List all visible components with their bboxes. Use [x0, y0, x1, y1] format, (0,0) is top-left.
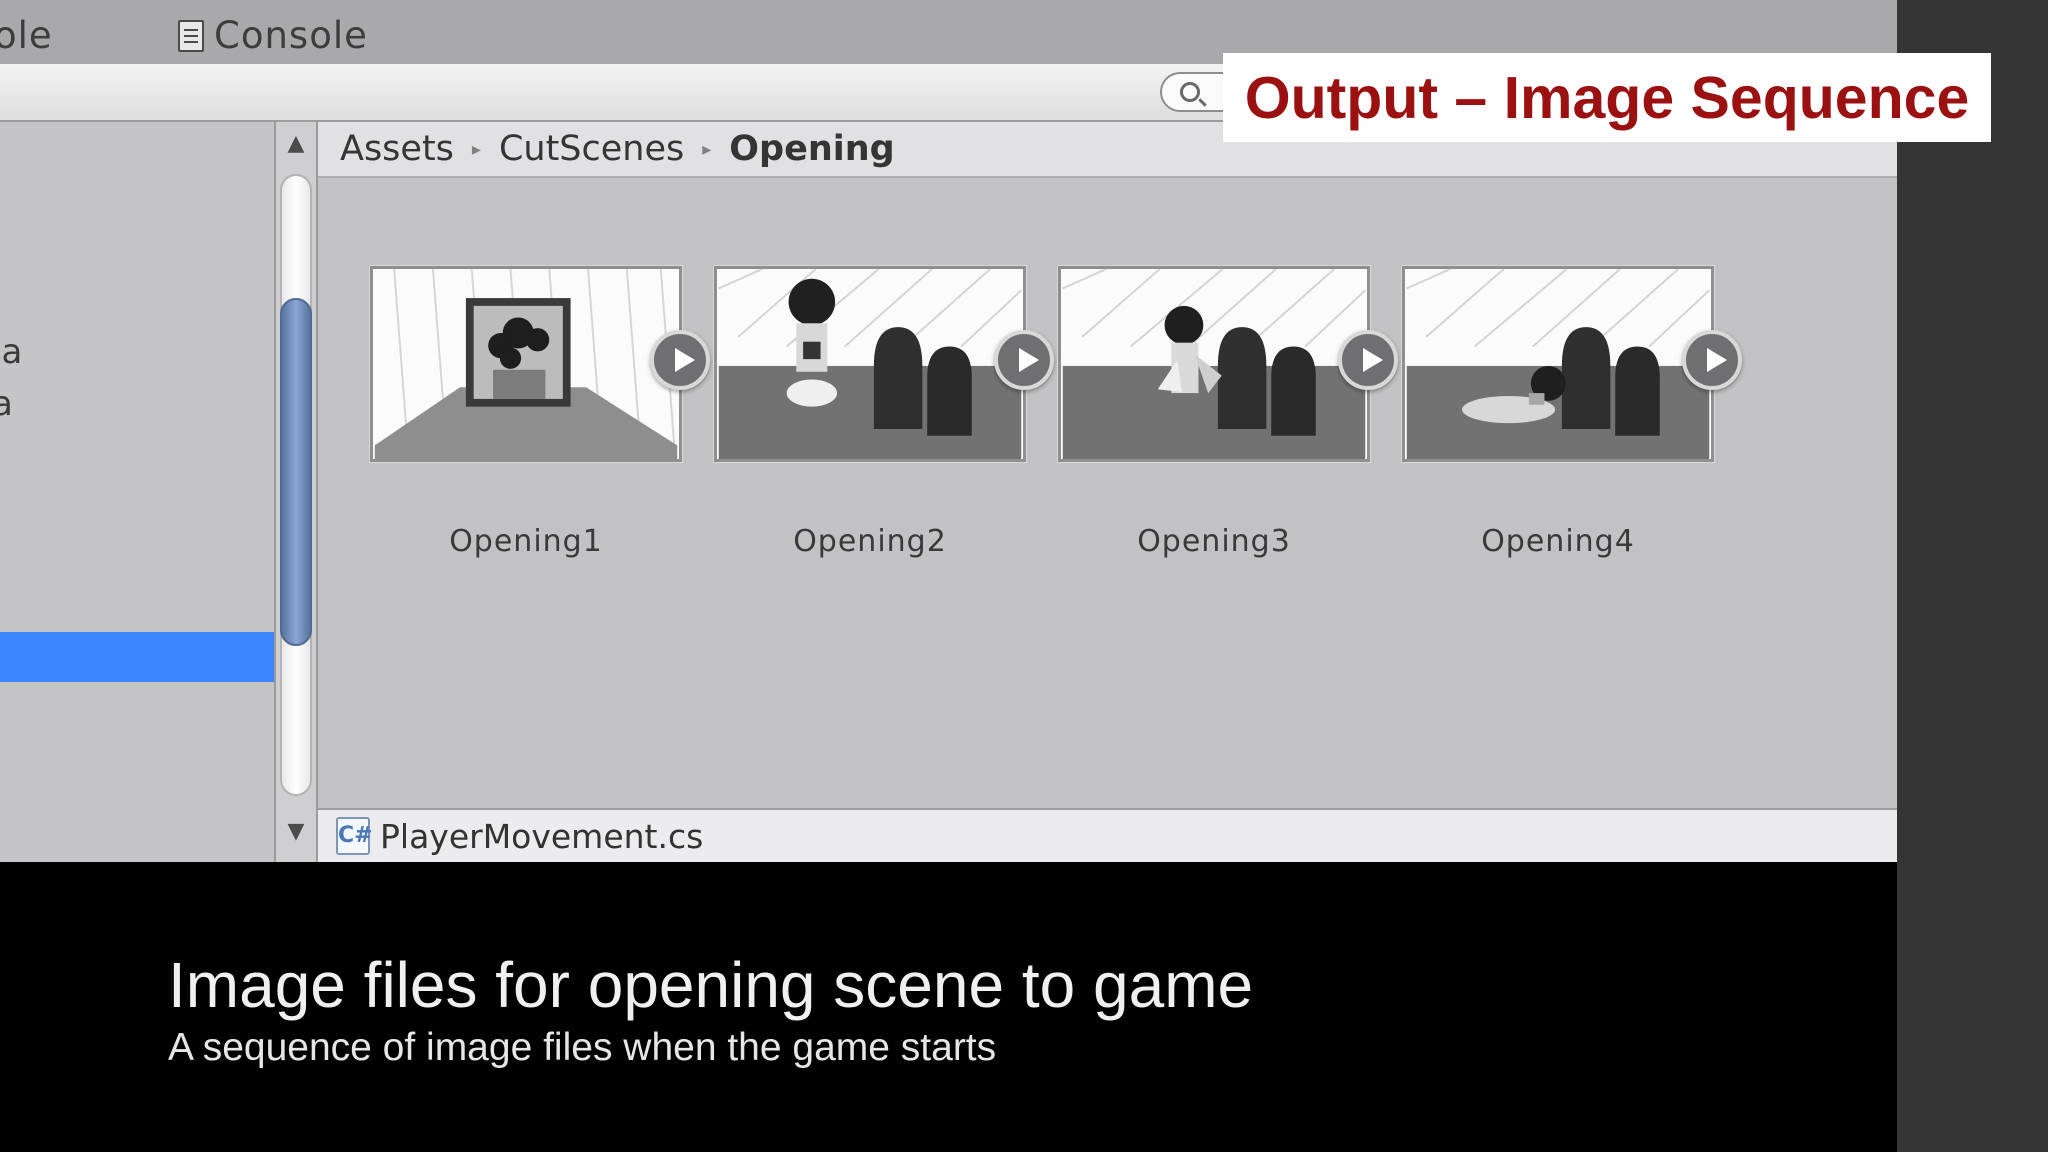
selected-file-name[interactable]: PlayerMovement.cs: [380, 817, 703, 856]
scroll-thumb[interactable]: [280, 298, 312, 646]
tree-item-partial-2[interactable]: a: [0, 384, 13, 424]
asset-label-opening4: Opening4: [1481, 524, 1635, 559]
asset-thumbnail-opening3[interactable]: [1058, 266, 1370, 462]
partial-tab[interactable]: ole: [0, 14, 53, 57]
project-tree-panel: ıa a: [0, 122, 274, 862]
slide-title: Output – Image Sequence: [1244, 64, 1970, 131]
asset-label-opening2: Opening2: [793, 524, 947, 559]
caption-main: Image files for opening scene to game: [168, 949, 1254, 1021]
breadcrumb-opening[interactable]: Opening: [729, 129, 894, 169]
tree-item-selected[interactable]: [0, 632, 274, 682]
slide-title-box: Output – Image Sequence: [1223, 53, 1991, 142]
console-icon: [178, 19, 204, 52]
asset-thumbnail-opening4[interactable]: [1402, 266, 1714, 462]
play-icon[interactable]: [650, 330, 710, 390]
tab-console-label: Console: [214, 14, 368, 57]
caption-subtitle: A sequence of image files when the game …: [168, 1026, 997, 1070]
search-icon: [1180, 82, 1200, 102]
breadcrumb-separator-icon: ▸: [702, 138, 712, 160]
slide-caption: Image files for opening scene to game A …: [168, 950, 1868, 1070]
partial-tab-label: ole: [0, 14, 53, 57]
tree-item-partial-1[interactable]: ıa: [0, 332, 22, 372]
play-icon[interactable]: [1338, 330, 1398, 390]
play-icon[interactable]: [994, 330, 1054, 390]
tab-console[interactable]: Console: [178, 14, 368, 57]
asset-thumbnail-opening2[interactable]: [714, 266, 1026, 462]
asset-label-opening1: Opening1: [449, 524, 603, 559]
breadcrumb-separator-icon: ▸: [471, 138, 481, 160]
breadcrumb-cutscenes[interactable]: CutScenes: [499, 129, 684, 169]
graveyard-sleeping-illustration: [1406, 269, 1710, 459]
selected-file-bar: C# PlayerMovement.cs: [318, 808, 1897, 862]
csharp-file-icon: C#: [336, 817, 373, 855]
asset-grid: Assets ▸ CutScenes ▸ Opening Opening1 Op…: [318, 122, 1897, 862]
right-dark-strip: [1897, 0, 2048, 1152]
graveyard-girl-illustration: [718, 269, 1022, 459]
play-icon[interactable]: [1682, 330, 1742, 390]
breadcrumb-assets[interactable]: Assets: [340, 129, 454, 169]
photo-frame-illustration: [374, 269, 678, 459]
scroll-down-arrow-icon[interactable]: ▼: [276, 812, 316, 852]
graveyard-kid-illustration: [1062, 269, 1366, 459]
scroll-up-arrow-icon[interactable]: ▲: [276, 124, 316, 164]
asset-label-opening3: Opening3: [1137, 524, 1291, 559]
tree-scrollbar[interactable]: ▲ ▼: [274, 122, 318, 862]
asset-thumbnail-opening1[interactable]: [370, 266, 682, 462]
